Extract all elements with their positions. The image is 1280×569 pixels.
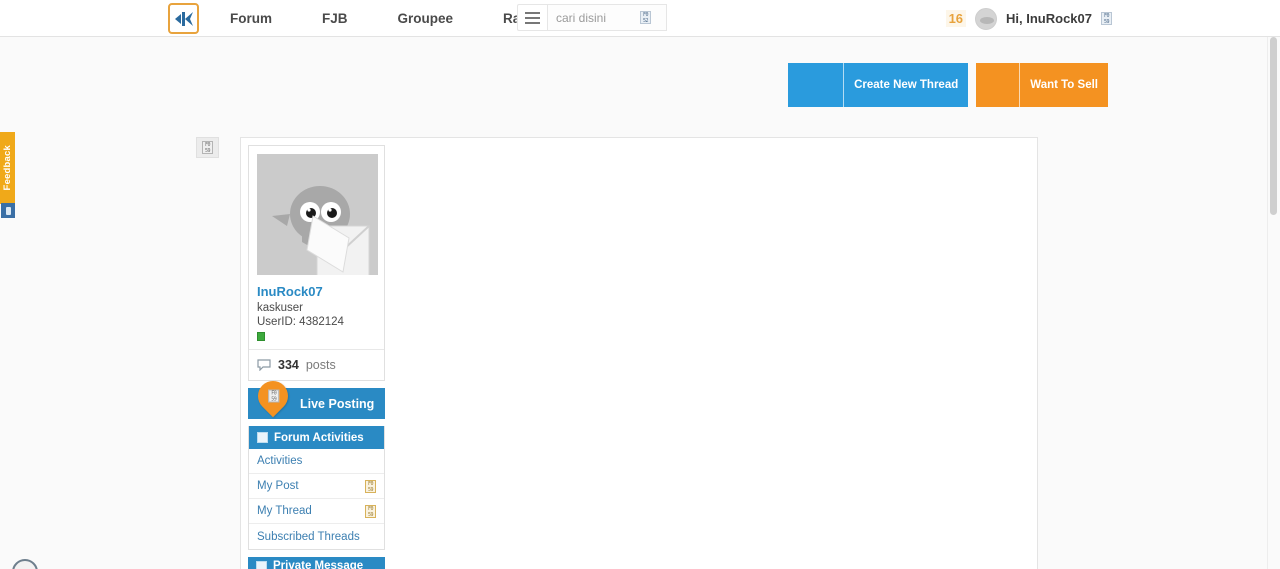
comment-icon [257,359,271,371]
status-badge [257,332,265,341]
my-post-icon: F0 59 [365,479,376,493]
action-buttons: Create New Thread Want To Sell [788,63,1108,107]
live-posting-pin-icon: F0 59 [251,374,295,418]
profile-role: kaskuser [257,302,304,314]
sidebar-item-label: Activities [257,455,303,467]
sidebar-item-subscribed-threads[interactable]: Subscribed Threads [249,524,384,549]
forum-activities-header: Forum Activities [249,426,384,449]
sidebar-item-label: My Post [257,480,299,492]
forum-activities-title: Forum Activities [274,431,364,444]
search-input[interactable] [556,10,640,25]
private-message-header[interactable]: Private Message [248,557,385,569]
forum-activities-section: Forum Activities Activities My Post F0 59… [248,426,385,550]
sidebar-toggle-button[interactable]: F0 59 [196,137,219,158]
nav-groupee[interactable]: Groupee [384,11,468,26]
forum-activities-icon [257,432,268,443]
create-thread-icon [788,63,845,107]
profile-avatar[interactable] [257,154,378,275]
user-area: 16 Hi, InuRock07 F0 59 [945,0,1112,37]
want-to-sell-label: Want To Sell [1030,78,1098,91]
profile-card: InuRock07 kaskuser UserID: 4382124 334 p… [248,145,385,381]
nav-fjb[interactable]: FJB [308,11,362,26]
user-greeting[interactable]: Hi, InuRock07 [1006,11,1092,26]
profile-sidebar: InuRock07 kaskuser UserID: 4382124 334 p… [248,145,385,569]
notification-count-badge[interactable]: 16 [945,10,967,27]
search-area: F052 [517,4,667,31]
sidebar-item-my-post[interactable]: My Post F0 59 [249,474,384,499]
feedback-secondary-icon[interactable] [1,203,15,218]
search-box[interactable]: F052 [547,4,667,31]
live-posting-label: Live Posting [300,396,375,411]
private-message-title: Private Message [273,560,364,569]
main-navigation: Forum FJB Groupee Radio [216,0,555,37]
chevron-down-icon[interactable]: F0 59 [1101,12,1112,25]
search-icon[interactable]: F0 52 [640,11,651,24]
sidebar-item-label: Subscribed Threads [257,530,360,543]
sidebar-item-my-thread[interactable]: My Thread F0 59 [249,499,384,524]
nav-forum[interactable]: Forum [216,11,286,26]
hamburger-menu-icon[interactable] [517,4,547,31]
feedback-label: Feedback [2,145,13,191]
page-root: Forum FJB Groupee Radio F052 16 Hi, InuR… [0,0,1280,569]
avatar[interactable] [975,7,998,30]
create-new-thread-button[interactable]: Create New Thread [788,63,969,107]
chat-widget-button[interactable] [12,559,38,569]
create-thread-label: Create New Thread [854,78,959,91]
sidebar-item-activities[interactable]: Activities [249,449,384,474]
kaskus-logo[interactable] [168,3,199,34]
live-posting-button[interactable]: F0 59 Live Posting [248,374,385,419]
page-scrollbar[interactable] [1267,37,1280,569]
profile-posts-row: 334 posts [249,349,384,380]
private-message-icon [256,560,267,569]
feedback-tab[interactable]: Feedback [0,132,15,204]
scrollbar-thumb[interactable] [1270,37,1277,215]
posts-count: 334 [278,358,299,372]
want-to-sell-icon [976,63,1021,107]
profile-user-id: UserID: 4382124 [257,316,344,328]
want-to-sell-button[interactable]: Want To Sell [976,63,1108,107]
profile-username[interactable]: InuRock07 [257,284,376,299]
posts-label: posts [305,358,336,372]
my-thread-icon: F0 59 [365,504,376,518]
sidebar-item-label: My Thread [257,505,312,517]
sidebar-toggle-icon: F0 59 [202,141,213,154]
site-header: Forum FJB Groupee Radio F052 16 Hi, InuR… [0,0,1280,37]
